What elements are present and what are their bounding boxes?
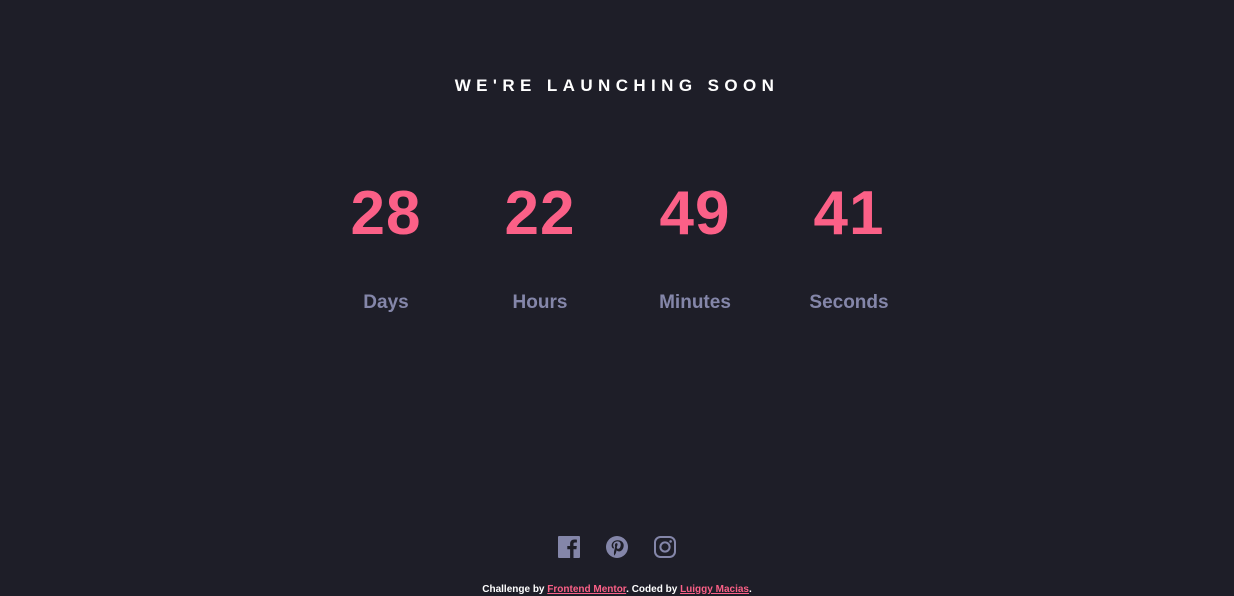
hours-label: Hours: [512, 292, 568, 313]
attribution: Challenge by Frontend Mentor. Coded by L…: [0, 583, 1234, 596]
page: WE'RE LAUNCHING SOON 28 Days 22 Hours 49…: [0, 0, 1234, 596]
attribution-middle: . Coded by: [626, 584, 681, 595]
countdown-days: 28 Days: [311, 178, 461, 314]
days-label: Days: [363, 292, 409, 313]
countdown-hours: 22 Hours: [465, 178, 615, 314]
facebook-icon[interactable]: [557, 535, 581, 559]
hours-value: 22: [504, 179, 576, 248]
countdown-minutes: 49 Minutes: [620, 178, 770, 314]
minutes-label: Minutes: [659, 292, 731, 313]
pinterest-icon[interactable]: [605, 535, 629, 559]
minutes-value: 49: [659, 179, 731, 248]
seconds-label: Seconds: [809, 292, 889, 313]
instagram-icon[interactable]: [653, 535, 677, 559]
attribution-prefix: Challenge by: [482, 584, 548, 595]
page-title: WE'RE LAUNCHING SOON: [454, 76, 780, 95]
days-value: 28: [350, 179, 422, 248]
attribution-suffix: .: [748, 584, 752, 595]
author-link[interactable]: Luiggy Macias: [680, 584, 749, 595]
countdown: 28 Days 22 Hours 49 Minutes 41 Seconds: [0, 178, 1234, 328]
frontend-mentor-link[interactable]: Frontend Mentor: [547, 584, 626, 595]
social-links: [0, 535, 1234, 561]
countdown-seconds: 41 Seconds: [774, 178, 924, 314]
seconds-value: 41: [813, 179, 885, 248]
